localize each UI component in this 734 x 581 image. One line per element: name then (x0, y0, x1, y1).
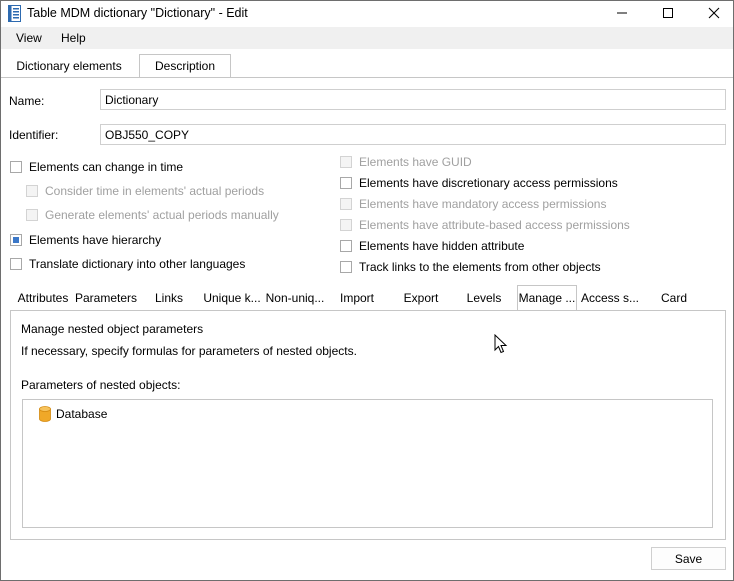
menu-help[interactable]: Help (61, 31, 86, 45)
checkbox-box[interactable] (340, 219, 352, 231)
top-tab-strip: Dictionary elements Description (1, 49, 733, 78)
checkbox-box[interactable] (26, 185, 38, 197)
tree-item-label: Database (56, 407, 108, 421)
tab-attributes[interactable]: Attributes (14, 289, 72, 311)
checkbox-box[interactable] (10, 258, 22, 270)
checkbox-label: Elements have attribute-based access per… (359, 218, 630, 232)
identifier-field[interactable]: OBJ550_COPY (100, 124, 726, 145)
checkbox-box[interactable] (10, 161, 22, 173)
close-button[interactable] (691, 1, 734, 27)
menu-bar: View Help (1, 27, 733, 49)
checkbox-label: Elements have GUID (359, 155, 472, 169)
tab-levels[interactable]: Levels (461, 289, 507, 311)
name-field[interactable]: Dictionary (100, 89, 726, 110)
save-button[interactable]: Save (651, 547, 726, 570)
database-icon (39, 406, 51, 422)
tab-links[interactable]: Links (147, 289, 191, 311)
checkbox-label: Consider time in elements' actual period… (45, 184, 265, 198)
checkbox-box[interactable] (340, 156, 352, 168)
checkbox-label: Generate elements' actual periods manual… (45, 208, 279, 222)
tab-manage-nested-objects[interactable]: Manage ... (517, 285, 577, 311)
tab-divider (1, 77, 733, 78)
identifier-label: Identifier: (9, 128, 59, 142)
tab-unique-keys[interactable]: Unique k... (201, 289, 263, 311)
checkbox-box-checked[interactable] (10, 234, 22, 246)
name-label: Name: (9, 94, 45, 108)
tab-description[interactable]: Description (139, 54, 231, 78)
title-bar: Table MDM dictionary "Dictionary" - Edit (1, 1, 733, 27)
menu-view[interactable]: View (16, 31, 42, 45)
maximize-button[interactable] (645, 1, 691, 27)
mouse-cursor-icon (494, 334, 508, 354)
panel-heading: Manage nested object parameters (21, 322, 204, 336)
tab-parameters[interactable]: Parameters (74, 289, 138, 311)
checkbox-label: Elements can change in time (29, 160, 184, 174)
checkbox-label: Elements have hierarchy (29, 233, 162, 247)
tab-export[interactable]: Export (397, 289, 445, 311)
minimize-icon (617, 12, 627, 14)
checkbox-box[interactable] (340, 240, 352, 252)
checkbox-label: Elements have hidden attribute (359, 239, 525, 253)
checkbox-box[interactable] (340, 261, 352, 273)
tab-non-unique-keys[interactable]: Non-uniq... (264, 289, 326, 311)
minimize-button[interactable] (599, 1, 645, 27)
tab-dictionary-elements[interactable]: Dictionary elements (9, 55, 129, 78)
checkbox-box[interactable] (340, 198, 352, 210)
tab-card[interactable]: Card (653, 289, 695, 311)
checkbox-box[interactable] (26, 209, 38, 221)
maximize-icon (663, 8, 673, 18)
checkbox-box[interactable] (340, 177, 352, 189)
checkbox-label: Elements have mandatory access permissio… (359, 197, 607, 211)
checkbox-label: Track links to the elements from other o… (359, 260, 601, 274)
window-title: Table MDM dictionary "Dictionary" - Edit (27, 6, 248, 20)
dialog-window: Table MDM dictionary "Dictionary" - Edit… (0, 0, 734, 581)
close-icon (708, 7, 720, 19)
checkbox-label: Elements have discretionary access permi… (359, 176, 618, 190)
tab-import[interactable]: Import (333, 289, 381, 311)
nested-objects-tree[interactable]: Database (22, 399, 713, 528)
tree-label: Parameters of nested objects: (21, 378, 181, 392)
dictionary-app-icon (8, 5, 21, 22)
checkbox-label: Translate dictionary into other language… (29, 257, 246, 271)
tab-access-settings[interactable]: Access s... (579, 289, 641, 311)
panel-hint: If necessary, specify formulas for param… (21, 344, 357, 358)
